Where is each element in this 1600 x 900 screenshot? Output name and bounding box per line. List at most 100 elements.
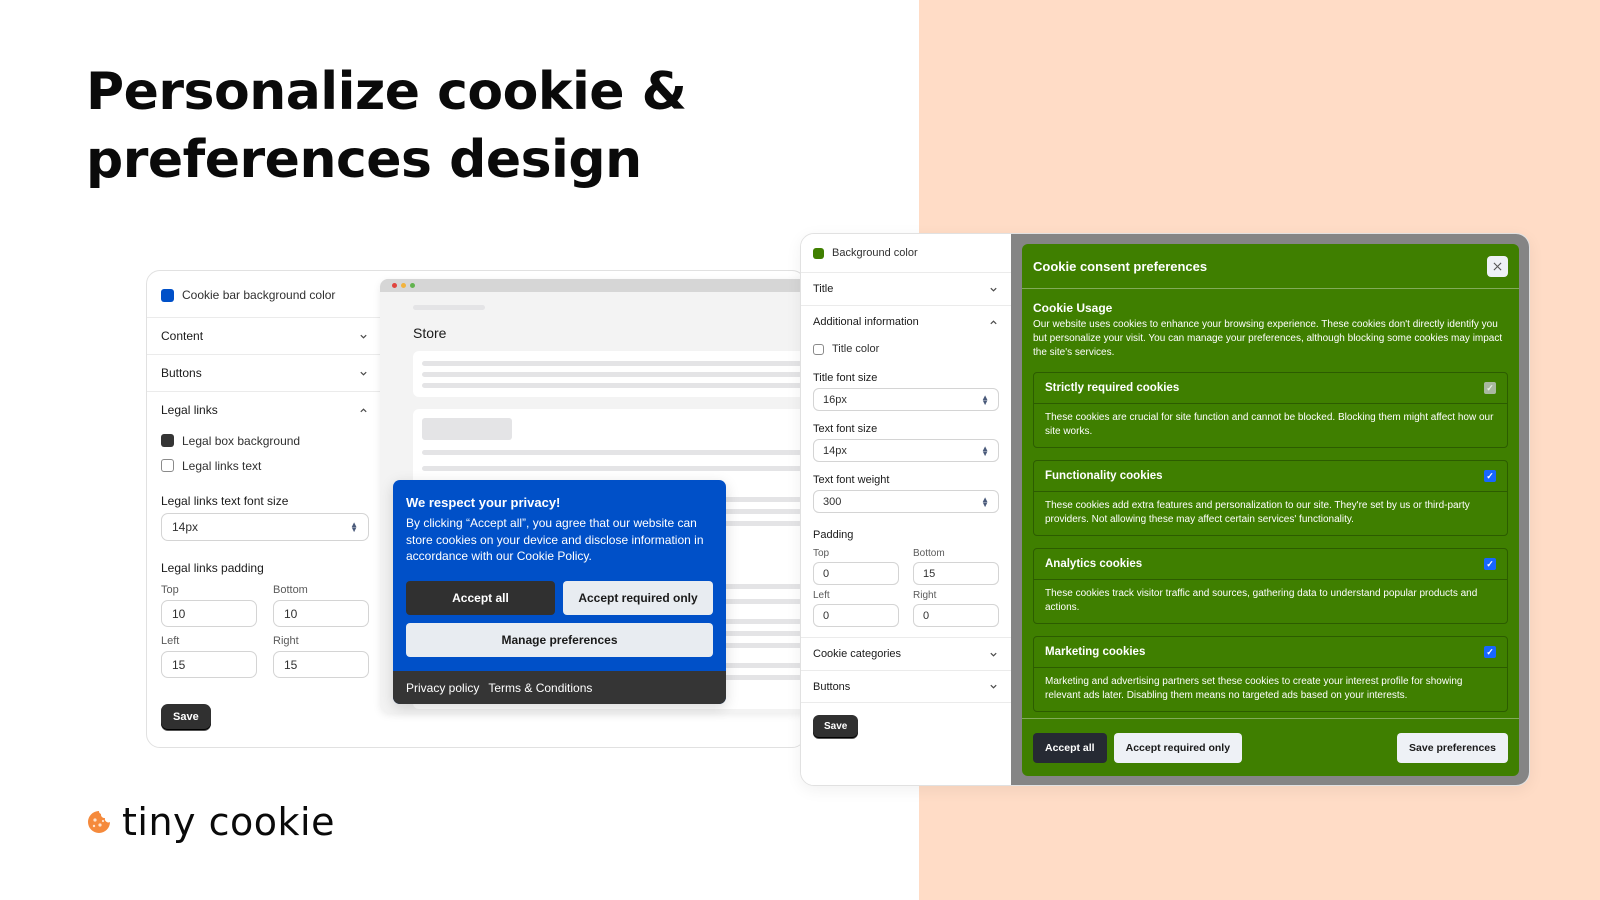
setting-label: Legal box background xyxy=(182,433,301,448)
modal-header: Cookie consent preferences xyxy=(1022,244,1519,289)
select-arrows-icon: ▲ ▼ xyxy=(981,392,989,407)
setting-label: Legal links text xyxy=(182,458,262,473)
setting-label: Background color xyxy=(832,247,918,259)
color-swatch[interactable] xyxy=(813,343,824,355)
padding-bottom-input[interactable]: 15 xyxy=(913,562,999,585)
category-checkbox[interactable]: ✓ xyxy=(1484,470,1496,482)
select-value: 14px xyxy=(823,444,847,457)
padding-grid: Top 0 Bottom 15 Left 0 Right 0 xyxy=(801,545,1011,627)
accordion-legal-links[interactable]: Legal links xyxy=(147,391,383,428)
accordion-title[interactable]: Title xyxy=(801,272,1011,305)
text-font-weight-select[interactable]: 300 ▲ ▼ xyxy=(813,490,999,513)
category-description: Marketing and advertising partners set t… xyxy=(1045,676,1463,701)
accordion-additional-information[interactable]: Additional information xyxy=(801,305,1011,338)
close-button[interactable] xyxy=(1487,255,1508,277)
category-checkbox[interactable]: ✓ xyxy=(1484,646,1496,658)
padding-right-label: Right xyxy=(913,590,937,601)
padding-right-label: Right xyxy=(273,635,299,647)
padding-top-label: Top xyxy=(161,584,179,596)
cookie-usage-text: Our website uses cookies to enhance your… xyxy=(1033,319,1503,358)
accordion-label: Buttons xyxy=(813,680,851,693)
cookie-category-analytics: Analytics cookies ✓ These cookies track … xyxy=(1033,548,1508,624)
category-title: Marketing cookies xyxy=(1045,646,1146,658)
title-font-size-select[interactable]: 16px ▲ ▼ xyxy=(813,388,999,411)
legal-links-text-setting[interactable]: Legal links text xyxy=(147,453,383,478)
legal-links-font-size-select[interactable]: 14px ▲ ▼ xyxy=(161,513,369,541)
accept-all-button[interactable]: Accept all xyxy=(1033,732,1107,763)
banner-title: We respect your privacy! xyxy=(406,495,561,510)
color-swatch[interactable] xyxy=(161,459,174,472)
headline: Personalize cookie & preferences design xyxy=(86,62,687,190)
preferences-settings-card: Background color Title Additional inform… xyxy=(800,233,1530,786)
color-swatch[interactable] xyxy=(813,247,824,259)
padding-grid: Top 10 Bottom 10 Left 15 Right 15 xyxy=(147,580,383,678)
manage-preferences-button[interactable]: Manage preferences xyxy=(406,623,713,657)
terms-conditions-link[interactable]: Terms & Conditions xyxy=(488,681,592,695)
skeleton-breadcrumb xyxy=(413,305,485,310)
privacy-policy-link[interactable]: Privacy policy xyxy=(406,681,479,695)
padding-bottom-label: Bottom xyxy=(273,584,308,596)
padding-label: Padding xyxy=(813,529,854,541)
background-color-setting[interactable]: Background color xyxy=(801,234,1011,272)
padding-top-label: Top xyxy=(813,548,830,559)
color-swatch[interactable] xyxy=(161,434,174,447)
padding-left-input[interactable]: 15 xyxy=(161,651,257,678)
color-swatch[interactable] xyxy=(161,288,174,302)
accept-required-only-button[interactable]: Accept required only xyxy=(563,581,713,615)
save-button[interactable]: Save xyxy=(161,704,211,730)
legal-box-background-setting[interactable]: Legal box background xyxy=(147,428,383,453)
accordion-buttons[interactable]: Buttons xyxy=(801,670,1011,703)
preferences-settings-panel: Background color Title Additional inform… xyxy=(801,234,1011,785)
accordion-cookie-categories[interactable]: Cookie categories xyxy=(801,637,1011,670)
padding-left-input[interactable]: 0 xyxy=(813,604,899,627)
category-title: Analytics cookies xyxy=(1045,558,1143,570)
modal-footer: Accept all Accept required only Save pre… xyxy=(1022,718,1519,776)
chevron-down-icon xyxy=(357,330,369,342)
cookie-preferences-modal: Cookie consent preferences Cookie Usage … xyxy=(1022,244,1519,776)
maximize-dot-icon xyxy=(410,283,415,288)
cookie-category-functionality: Functionality cookies ✓ These cookies ad… xyxy=(1033,460,1508,536)
select-value: 14px xyxy=(172,520,199,534)
text-font-size-select[interactable]: 14px ▲ ▼ xyxy=(813,439,999,462)
tiny-cookie-logo: tiny cookie xyxy=(86,800,335,844)
category-checkbox[interactable]: ✓ xyxy=(1484,558,1496,570)
select-value: 300 xyxy=(823,495,842,508)
browser-titlebar xyxy=(380,279,810,292)
save-button[interactable]: Save xyxy=(813,715,859,738)
accordion-buttons[interactable]: Buttons xyxy=(147,354,383,391)
save-preferences-button[interactable]: Save preferences xyxy=(1397,732,1508,763)
padding-bottom-label: Bottom xyxy=(913,548,945,559)
modal-backdrop: Cookie consent preferences Cookie Usage … xyxy=(1011,234,1529,785)
setting-label: Cookie bar background color xyxy=(182,288,336,302)
chevron-down-icon xyxy=(987,648,999,660)
accordion-content[interactable]: Content xyxy=(147,317,383,354)
logo-text: tiny cookie xyxy=(122,800,335,844)
padding-right-input[interactable]: 15 xyxy=(273,651,369,678)
cookie-bar-background-color-setting[interactable]: Cookie bar background color xyxy=(147,273,383,317)
padding-top-input[interactable]: 0 xyxy=(813,562,899,585)
accept-all-button[interactable]: Accept all xyxy=(406,581,555,615)
padding-top-input[interactable]: 10 xyxy=(161,600,257,627)
select-value: 16px xyxy=(823,393,847,406)
minimize-dot-icon xyxy=(401,283,406,288)
accept-required-only-button[interactable]: Accept required only xyxy=(1113,732,1243,763)
select-arrows-icon: ▲ ▼ xyxy=(350,520,358,534)
chevron-down-icon xyxy=(987,283,999,295)
cookie-category-strictly-required: Strictly required cookies ✓ These cookie… xyxy=(1033,372,1508,448)
accordion-label: Buttons xyxy=(161,366,202,380)
title-color-setting[interactable]: Title color xyxy=(801,338,1011,360)
category-checkbox-disabled: ✓ xyxy=(1484,382,1496,394)
category-title: Functionality cookies xyxy=(1045,470,1163,482)
padding-right-input[interactable]: 0 xyxy=(913,604,999,627)
padding-bottom-input[interactable]: 10 xyxy=(273,600,369,627)
modal-title: Cookie consent preferences xyxy=(1033,258,1208,274)
chevron-up-icon xyxy=(357,404,369,416)
chevron-down-icon xyxy=(357,367,369,379)
legal-links-bar: Privacy policy Terms & Conditions xyxy=(393,671,726,704)
setting-label: Title color xyxy=(832,343,880,355)
accordion-label: Cookie categories xyxy=(813,648,902,660)
accordion-label: Additional information xyxy=(813,316,919,328)
cookie-category-marketing: Marketing cookies ✓ Marketing and advert… xyxy=(1033,636,1508,712)
banner-text: By clicking “Accept all”, you agree that… xyxy=(406,516,704,563)
close-dot-icon xyxy=(392,283,397,288)
